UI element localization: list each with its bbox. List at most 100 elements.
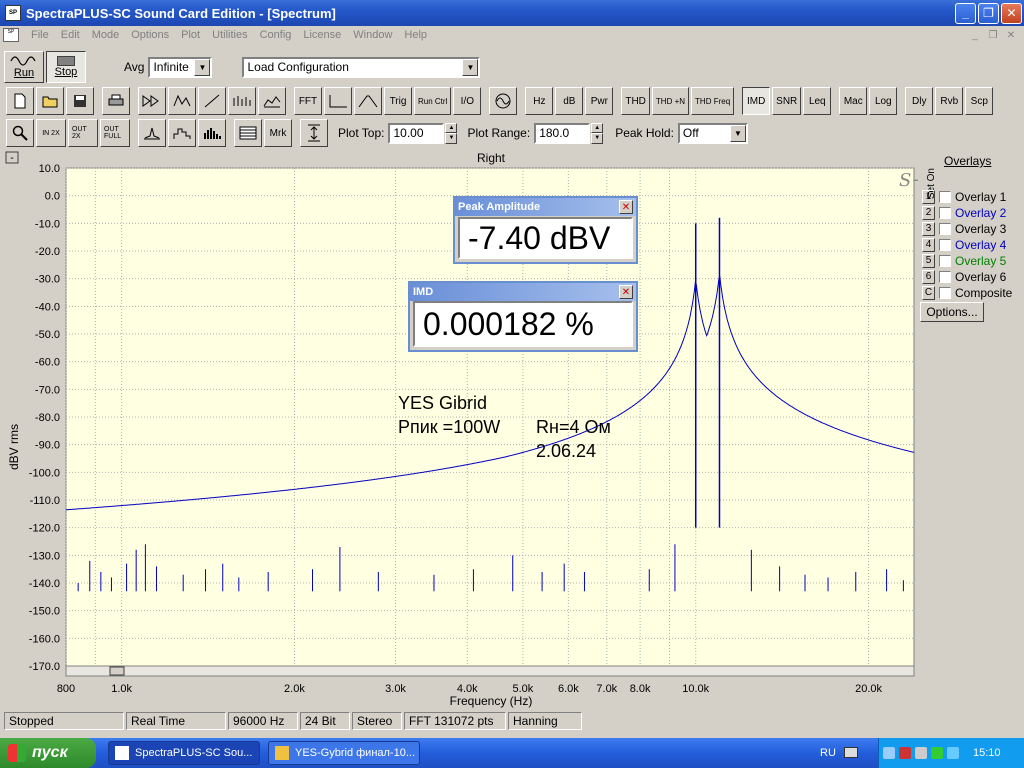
run-button[interactable]: Run [4, 51, 44, 83]
taskbar-item-spectraplus[interactable]: SpectraPLUS-SC Sou... [108, 741, 260, 765]
overlay-set-button[interactable]: 3 [922, 221, 935, 236]
scp-button[interactable]: Scp [965, 87, 994, 115]
save-button[interactable] [66, 87, 94, 115]
app-icon[interactable]: SP [5, 5, 21, 21]
open-button[interactable] [36, 87, 64, 115]
plot-top-spinner[interactable]: ▲ ▼ [445, 122, 458, 144]
menu-utilities[interactable]: Utilities [206, 29, 253, 41]
menu-license[interactable]: License [297, 29, 347, 41]
peak-button[interactable] [354, 87, 382, 115]
overlay-checkbox[interactable] [939, 270, 951, 283]
overlay-row[interactable]: 2 Overlay 2 [922, 205, 1006, 220]
zoom-out-full-button[interactable]: OUT FULL [100, 119, 130, 147]
log-button[interactable]: Log [869, 87, 898, 115]
child-minimize-button[interactable]: _ [968, 30, 982, 41]
menu-mode[interactable]: Mode [86, 29, 126, 41]
axis-button[interactable] [324, 87, 352, 115]
keyboard-icon[interactable] [844, 747, 858, 758]
document-icon[interactable]: SP [3, 28, 19, 42]
menu-help[interactable]: Help [398, 29, 433, 41]
chevron-down-icon[interactable]: ▼ [194, 58, 211, 76]
run-ctrl-button[interactable]: Run Ctrl [414, 87, 452, 115]
menu-window[interactable]: Window [347, 29, 398, 41]
zoom-in-2x-button[interactable]: IN 2X [36, 119, 66, 147]
security-icon[interactable] [899, 747, 911, 759]
chevron-down-icon[interactable]: ▼ [729, 124, 746, 142]
menu-edit[interactable]: Edit [55, 29, 86, 41]
child-restore-button[interactable]: ❐ [986, 30, 1000, 41]
marker-button[interactable]: Mrk [264, 119, 292, 147]
imd-button[interactable]: IMD [742, 87, 771, 115]
overlay-set-button[interactable]: 6 [922, 269, 935, 284]
update-icon[interactable] [931, 747, 943, 759]
overlay-row[interactable]: 4 Overlay 4 [922, 237, 1006, 252]
snr-button[interactable]: SNR [772, 87, 802, 115]
line-plot-button[interactable] [138, 119, 166, 147]
spin-down-icon[interactable]: ▼ [591, 133, 604, 144]
overlay-row[interactable]: 3 Overlay 3 [922, 221, 1006, 236]
overlay-checkbox[interactable] [939, 238, 951, 251]
close-button[interactable]: ✕ [1001, 2, 1022, 24]
close-icon[interactable]: ✕ [619, 285, 633, 299]
overlay-row[interactable]: C Composite [922, 285, 1012, 300]
spin-up-icon[interactable]: ▲ [445, 122, 458, 133]
thd-button[interactable]: THD [621, 87, 650, 115]
plot-top-input[interactable]: 10.00 [388, 122, 445, 144]
bar-plot-button[interactable] [198, 119, 226, 147]
peak-amplitude-window[interactable]: Peak Amplitude ✕ -7.40 dBV [453, 196, 638, 264]
zoom-button[interactable] [6, 119, 34, 147]
restore-button[interactable]: ❐ [978, 2, 999, 24]
overlay-set-button[interactable]: 1 [922, 189, 935, 204]
speaker-icon[interactable] [915, 747, 927, 759]
dly-button[interactable]: Dly [905, 87, 934, 115]
imd-window[interactable]: IMD ✕ 0.000182 % [408, 281, 638, 352]
slope-button[interactable] [198, 87, 226, 115]
overlay-checkbox[interactable] [939, 254, 951, 267]
peak-hold-select[interactable]: Off ▼ [677, 122, 748, 144]
avg-select[interactable]: Infinite ▼ [148, 56, 213, 78]
menu-options[interactable]: Options [125, 29, 175, 41]
menu-file[interactable]: File [25, 29, 55, 41]
fft-button[interactable]: FFT [294, 87, 322, 115]
print-button[interactable] [102, 87, 130, 115]
minimize-button[interactable]: _ [955, 2, 976, 24]
overlay-row[interactable]: 6 Overlay 6 [922, 269, 1006, 284]
overlay-row[interactable]: 5 Overlay 5 [922, 253, 1006, 268]
close-icon[interactable]: ✕ [619, 200, 633, 214]
menu-plot[interactable]: Plot [175, 29, 206, 41]
io-button[interactable]: I/O [453, 87, 482, 115]
overlay-set-button[interactable]: 2 [922, 205, 935, 220]
new-file-button[interactable] [6, 87, 34, 115]
pwr-button[interactable]: Pwr [585, 87, 614, 115]
overlay-set-button[interactable]: C [922, 285, 935, 300]
hz-button[interactable]: Hz [525, 87, 554, 115]
spin-down-icon[interactable]: ▼ [445, 133, 458, 144]
overlay-checkbox[interactable] [939, 190, 951, 203]
overlay-checkbox[interactable] [939, 222, 951, 235]
overlay-set-button[interactable]: 5 [922, 253, 935, 268]
spectrogram-button[interactable] [258, 87, 286, 115]
leq-button[interactable]: Leq [803, 87, 832, 115]
overlay-row[interactable]: 1 Overlay 1 [922, 189, 1006, 204]
plot-range-spinner[interactable]: ▲ ▼ [591, 122, 604, 144]
mac-button[interactable]: Mac [839, 87, 868, 115]
zoom-out-2x-button[interactable]: OUT 2X [68, 119, 98, 147]
overlay-checkbox[interactable] [939, 206, 951, 219]
bluetooth-icon[interactable] [947, 747, 959, 759]
taskbar-item-document[interactable]: YES-Gybrid финал-10... [268, 741, 420, 765]
network-icon[interactable] [883, 747, 895, 759]
start-button[interactable]: пуск [0, 738, 96, 768]
overlay-options-button[interactable]: Options... [920, 302, 984, 322]
db-button[interactable]: dB [555, 87, 584, 115]
chevron-down-icon[interactable]: ▼ [462, 58, 479, 76]
vertical-scale-button[interactable] [300, 119, 328, 147]
waterfall-button[interactable] [228, 87, 256, 115]
trig-button[interactable]: Trig [384, 87, 412, 115]
table-button[interactable] [234, 119, 262, 147]
fast-forward-button[interactable] [138, 87, 166, 115]
stop-button[interactable]: Stop [46, 51, 86, 83]
clock[interactable]: 15:10 [973, 747, 1001, 759]
thd-n-button[interactable]: THD +N [651, 87, 690, 115]
language-indicator[interactable]: RU [820, 747, 836, 759]
spin-up-icon[interactable]: ▲ [591, 122, 604, 133]
